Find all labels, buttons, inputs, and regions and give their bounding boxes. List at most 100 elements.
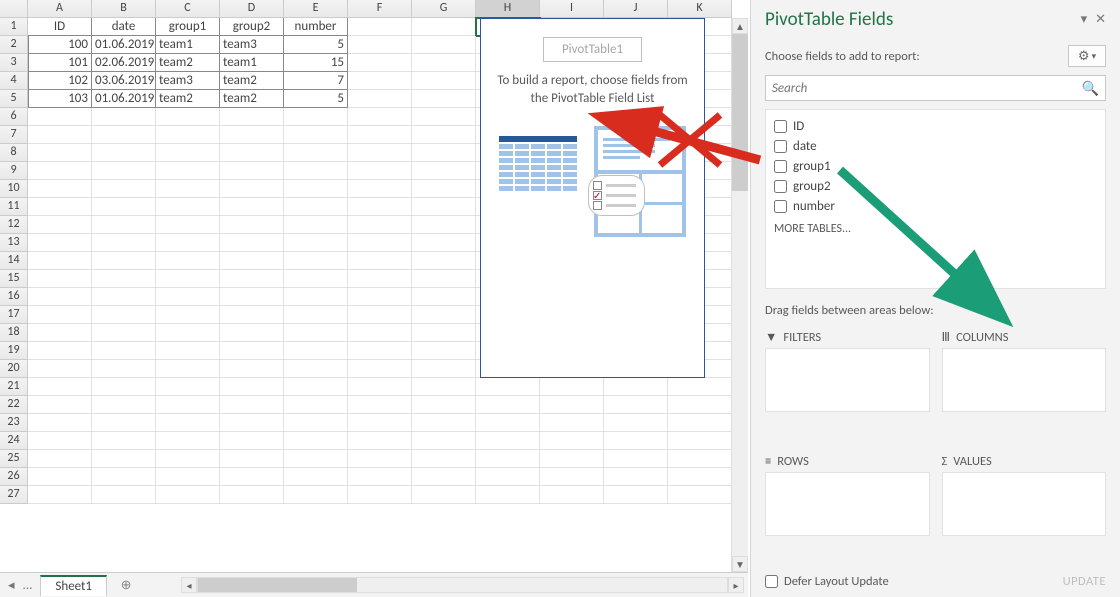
cell-D19[interactable] xyxy=(220,342,284,360)
row-header-4[interactable]: 4 xyxy=(0,72,28,90)
cell-C11[interactable] xyxy=(156,198,220,216)
cell-F20[interactable] xyxy=(348,360,412,378)
cell-D25[interactable] xyxy=(220,450,284,468)
update-button[interactable]: UPDATE xyxy=(1063,574,1106,589)
cell-G26[interactable] xyxy=(412,468,476,486)
cell-F4[interactable] xyxy=(348,72,412,90)
cell-J25[interactable] xyxy=(604,450,668,468)
cell-A1[interactable]: ID xyxy=(28,18,92,36)
cell-C25[interactable] xyxy=(156,450,220,468)
cell-D11[interactable] xyxy=(220,198,284,216)
horizontal-scrollbar[interactable]: ◂ ▸ xyxy=(181,577,744,593)
row-header-9[interactable]: 9 xyxy=(0,162,28,180)
cell-A23[interactable] xyxy=(28,414,92,432)
cell-A26[interactable] xyxy=(28,468,92,486)
row-header-19[interactable]: 19 xyxy=(0,342,28,360)
cell-F3[interactable] xyxy=(348,54,412,72)
row-header-10[interactable]: 10 xyxy=(0,180,28,198)
cell-G7[interactable] xyxy=(412,126,476,144)
cell-B15[interactable] xyxy=(92,270,156,288)
row-header-26[interactable]: 26 xyxy=(0,468,28,486)
field-date[interactable]: date xyxy=(774,136,1097,156)
cell-F14[interactable] xyxy=(348,252,412,270)
cell-B3[interactable]: 02.06.2019 xyxy=(92,54,156,72)
cell-A14[interactable] xyxy=(28,252,92,270)
cell-B4[interactable]: 03.06.2019 xyxy=(92,72,156,90)
cell-J21[interactable] xyxy=(604,378,668,396)
cell-G18[interactable] xyxy=(412,324,476,342)
cell-C22[interactable] xyxy=(156,396,220,414)
cell-A17[interactable] xyxy=(28,306,92,324)
cell-H22[interactable] xyxy=(476,396,540,414)
cell-G4[interactable] xyxy=(412,72,476,90)
cell-E1[interactable]: number xyxy=(284,18,348,36)
cell-D4[interactable]: team2 xyxy=(220,72,284,90)
column-header-K[interactable]: K xyxy=(668,0,732,18)
field-checkbox-ID[interactable] xyxy=(774,120,787,133)
column-header-J[interactable]: J xyxy=(604,0,668,18)
cell-F9[interactable] xyxy=(348,162,412,180)
cell-C21[interactable] xyxy=(156,378,220,396)
cell-B1[interactable]: date xyxy=(92,18,156,36)
cell-G24[interactable] xyxy=(412,432,476,450)
cell-I22[interactable] xyxy=(540,396,604,414)
cell-C9[interactable] xyxy=(156,162,220,180)
cell-B21[interactable] xyxy=(92,378,156,396)
cell-D13[interactable] xyxy=(220,234,284,252)
scroll-right-arrow-icon[interactable]: ▸ xyxy=(728,577,744,593)
cell-F2[interactable] xyxy=(348,36,412,54)
row-header-21[interactable]: 21 xyxy=(0,378,28,396)
cell-D21[interactable] xyxy=(220,378,284,396)
cell-B19[interactable] xyxy=(92,342,156,360)
cell-C10[interactable] xyxy=(156,180,220,198)
cell-E4[interactable]: 7 xyxy=(284,72,348,90)
cell-C14[interactable] xyxy=(156,252,220,270)
cell-A5[interactable]: 103 xyxy=(28,90,92,108)
cell-A19[interactable] xyxy=(28,342,92,360)
row-header-27[interactable]: 27 xyxy=(0,486,28,504)
cell-G13[interactable] xyxy=(412,234,476,252)
cell-D26[interactable] xyxy=(220,468,284,486)
cell-F21[interactable] xyxy=(348,378,412,396)
cell-A22[interactable] xyxy=(28,396,92,414)
cell-F5[interactable] xyxy=(348,90,412,108)
field-checkbox-date[interactable] xyxy=(774,140,787,153)
cell-F23[interactable] xyxy=(348,414,412,432)
cell-C2[interactable]: team1 xyxy=(156,36,220,54)
cell-E8[interactable] xyxy=(284,144,348,162)
cell-E24[interactable] xyxy=(284,432,348,450)
cell-F19[interactable] xyxy=(348,342,412,360)
cell-B20[interactable] xyxy=(92,360,156,378)
cell-B14[interactable] xyxy=(92,252,156,270)
column-header-C[interactable]: C xyxy=(156,0,220,18)
cell-D20[interactable] xyxy=(220,360,284,378)
cell-D16[interactable] xyxy=(220,288,284,306)
cell-H26[interactable] xyxy=(476,468,540,486)
cell-D1[interactable]: group2 xyxy=(220,18,284,36)
column-header-F[interactable]: F xyxy=(348,0,412,18)
cell-D12[interactable] xyxy=(220,216,284,234)
cell-D5[interactable]: team2 xyxy=(220,90,284,108)
cell-B27[interactable] xyxy=(92,486,156,504)
cell-E15[interactable] xyxy=(284,270,348,288)
cell-G6[interactable] xyxy=(412,108,476,126)
cell-E21[interactable] xyxy=(284,378,348,396)
row-header-22[interactable]: 22 xyxy=(0,396,28,414)
row-header-14[interactable]: 14 xyxy=(0,252,28,270)
cell-I25[interactable] xyxy=(540,450,604,468)
cell-A12[interactable] xyxy=(28,216,92,234)
add-sheet-button[interactable]: ⊕ xyxy=(115,574,137,596)
column-header-G[interactable]: G xyxy=(412,0,476,18)
cell-H24[interactable] xyxy=(476,432,540,450)
cell-A2[interactable]: 100 xyxy=(28,36,92,54)
cell-D14[interactable] xyxy=(220,252,284,270)
cell-B2[interactable]: 01.06.2019 xyxy=(92,36,156,54)
row-header-15[interactable]: 15 xyxy=(0,270,28,288)
cell-K22[interactable] xyxy=(668,396,732,414)
row-header-2[interactable]: 2 xyxy=(0,36,28,54)
cell-A15[interactable] xyxy=(28,270,92,288)
cell-G5[interactable] xyxy=(412,90,476,108)
cell-K26[interactable] xyxy=(668,468,732,486)
cell-B5[interactable]: 01.06.2019 xyxy=(92,90,156,108)
cell-A25[interactable] xyxy=(28,450,92,468)
